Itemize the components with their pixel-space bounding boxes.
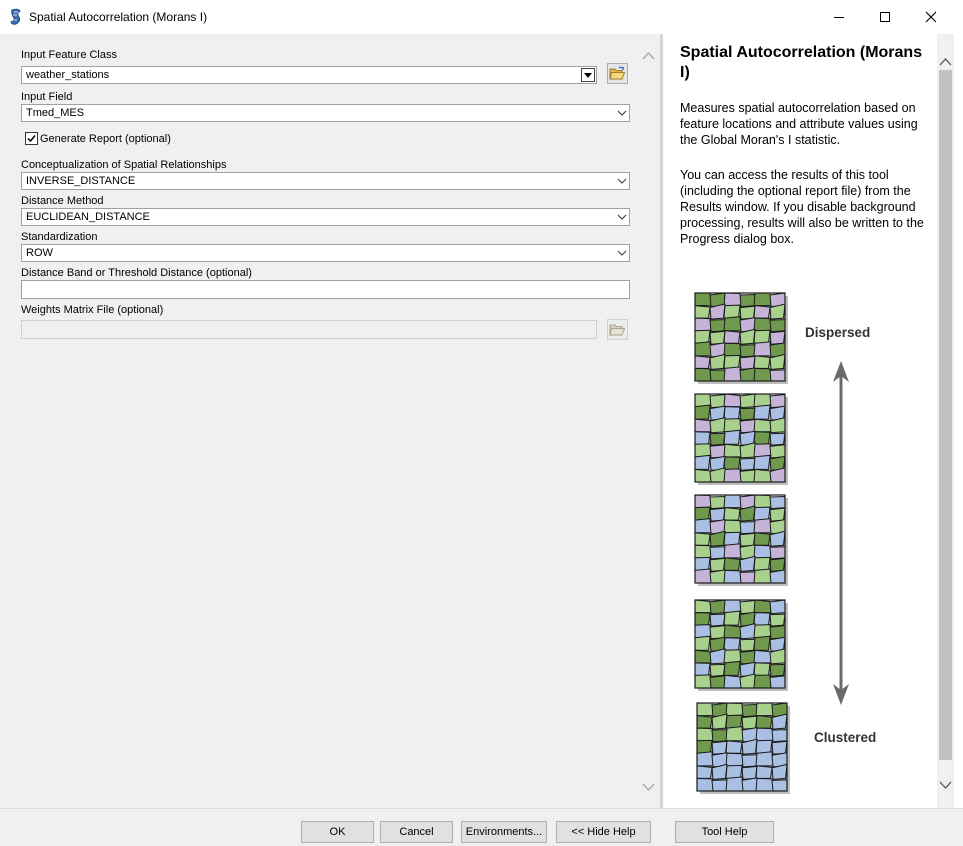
- pattern-tile: [694, 393, 788, 485]
- distance-method-label: Distance Method: [21, 195, 104, 207]
- weights-matrix-input: [21, 320, 597, 339]
- dispersed-label: Dispersed: [805, 325, 871, 340]
- help-figure: Dispersed Clustered: [663, 34, 963, 808]
- minimize-button[interactable]: [816, 0, 862, 34]
- distance-method-value: EUCLIDEAN_DISTANCE: [26, 211, 150, 223]
- help-scrollbar[interactable]: [937, 34, 954, 808]
- button-bar: OK Cancel Environments... << Hide Help T…: [0, 808, 963, 846]
- title-bar: Spatial Autocorrelation (Morans I): [0, 0, 963, 35]
- pattern-tile: [694, 494, 788, 586]
- input-feature-class-combo[interactable]: weather_stations: [21, 66, 597, 84]
- tool-help-button[interactable]: Tool Help: [675, 821, 774, 843]
- conceptualization-value: INVERSE_DISTANCE: [26, 175, 136, 187]
- dropdown-arrow-icon[interactable]: [581, 68, 595, 82]
- window-title: Spatial Autocorrelation (Morans I): [29, 10, 208, 24]
- close-button[interactable]: [908, 0, 954, 34]
- parameters-scrollbar[interactable]: [640, 40, 657, 800]
- chevron-down-icon: [617, 110, 627, 116]
- input-field-select[interactable]: Tmed_MES: [21, 104, 630, 122]
- ok-button[interactable]: OK: [301, 821, 374, 843]
- input-field-value: Tmed_MES: [26, 107, 85, 119]
- standardization-value: ROW: [26, 247, 53, 259]
- environments-button[interactable]: Environments...: [461, 821, 547, 843]
- chevron-down-icon: [617, 178, 627, 184]
- browse-weights-matrix-button: [607, 319, 628, 340]
- open-folder-icon: [609, 66, 626, 80]
- hide-help-button[interactable]: << Hide Help: [556, 821, 651, 843]
- chevron-down-icon: [617, 250, 627, 256]
- input-feature-class-value: weather_stations: [26, 69, 110, 81]
- cancel-button[interactable]: Cancel: [380, 821, 453, 843]
- distance-method-select[interactable]: EUCLIDEAN_DISTANCE: [21, 208, 630, 226]
- help-pane: Spatial Autocorrelation (Morans I) Measu…: [663, 34, 963, 808]
- distance-band-input[interactable]: [21, 280, 630, 299]
- maximize-button[interactable]: [862, 0, 908, 34]
- pattern-tile: [696, 702, 790, 794]
- generate-report-label: Generate Report (optional): [40, 133, 171, 145]
- clustered-label: Clustered: [814, 730, 877, 745]
- open-folder-icon: [609, 324, 626, 336]
- distance-band-label: Distance Band or Threshold Distance (opt…: [21, 267, 252, 279]
- standardization-label: Standardization: [21, 231, 98, 243]
- standardization-select[interactable]: ROW: [21, 244, 630, 262]
- pattern-tile: [694, 599, 788, 691]
- moran-patterns-figure: [694, 292, 849, 794]
- browse-feature-class-button[interactable]: [607, 63, 628, 84]
- tool-script-icon: [8, 8, 24, 26]
- generate-report-checkbox[interactable]: [25, 132, 38, 145]
- checkmark-icon: [27, 135, 36, 143]
- weights-matrix-label: Weights Matrix File (optional): [21, 304, 164, 316]
- input-feature-class-label: Input Feature Class: [21, 49, 117, 61]
- scroll-thumb[interactable]: [939, 70, 952, 760]
- chevron-down-icon: [617, 214, 627, 220]
- parameters-pane: [0, 34, 660, 808]
- input-field-label: Input Field: [21, 91, 73, 103]
- double-arrow-icon: [833, 361, 849, 705]
- pattern-tile: [694, 292, 788, 384]
- conceptualization-label: Conceptualization of Spatial Relationshi…: [21, 159, 227, 171]
- conceptualization-select[interactable]: INVERSE_DISTANCE: [21, 172, 630, 190]
